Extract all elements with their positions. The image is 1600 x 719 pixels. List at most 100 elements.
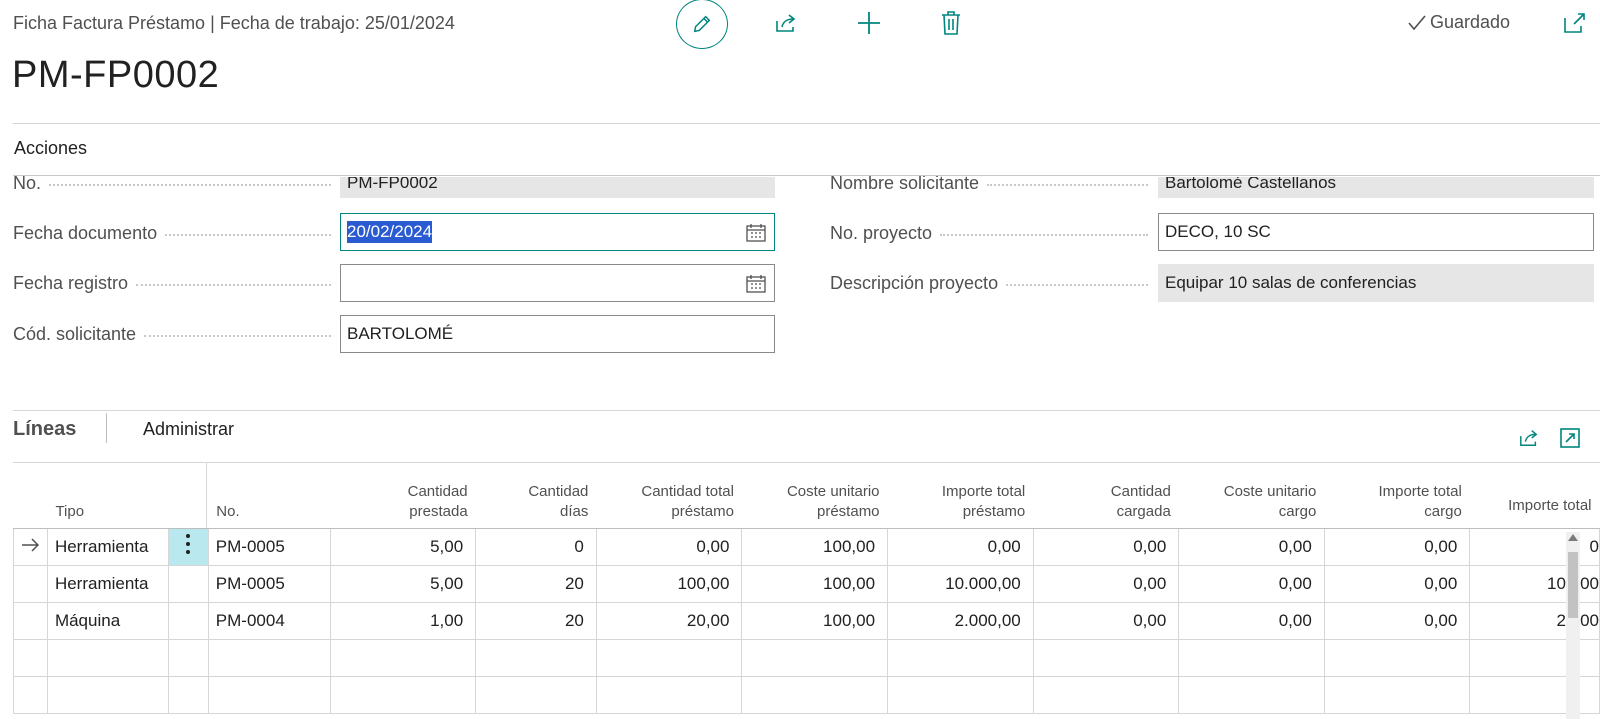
cell-dias[interactable]: 0 xyxy=(475,527,597,566)
cell-imp-total: 2.000,00 xyxy=(887,601,1034,640)
table-header-row: Tipo No. Cantidad prestada Cantidad días C… xyxy=(13,462,1600,529)
col-menu xyxy=(168,462,209,529)
cell-imp-total-last: 10.000 xyxy=(1469,564,1600,603)
doc-date-value: 20/02/2024 xyxy=(347,221,433,243)
cell-cant-cargada[interactable]: 0,00 xyxy=(1032,564,1180,603)
cell-dias[interactable]: 20 xyxy=(475,601,597,640)
cell-dias[interactable]: 20 xyxy=(475,564,597,603)
cell-cant-prestada[interactable]: 5,00 xyxy=(329,527,477,566)
cell-imp-total-last: 0 xyxy=(1469,527,1600,566)
cell-cant-cargada[interactable]: 0,00 xyxy=(1032,601,1180,640)
col-cant-total[interactable]: Cantidad total préstamo xyxy=(596,462,742,529)
cell-coste-cargo[interactable]: 0,00 xyxy=(1178,527,1325,566)
col-cant-prestada[interactable]: Cantidad prestada xyxy=(330,462,476,529)
share-icon xyxy=(776,14,796,32)
share-button[interactable] xyxy=(772,9,800,37)
cell-imp-total: 10.000,00 xyxy=(887,564,1034,603)
scroll-up-arrow-icon[interactable] xyxy=(1568,534,1578,541)
open-new-window-button[interactable] xyxy=(1562,10,1588,36)
cell-coste-cargo[interactable]: 0,00 xyxy=(1178,564,1325,603)
table-row[interactable]: Máquina PM-0004 1,00 20 20,00 100,00 2.0… xyxy=(13,601,1600,640)
lines-share-button[interactable] xyxy=(1516,425,1542,451)
doc-date-label: Fecha documento xyxy=(13,220,339,246)
actions-menu[interactable]: Acciones xyxy=(14,138,87,159)
col-imp-total-last[interactable]: Importe total xyxy=(1469,462,1600,529)
requester-code-field[interactable]: BARTOLOMÉ xyxy=(340,315,775,353)
project-desc-field: Equipar 10 salas de conferencias xyxy=(1158,264,1594,302)
col-imp-total[interactable]: Importe total préstamo xyxy=(887,462,1034,529)
col-cant-cargada[interactable]: Cantidad cargada xyxy=(1033,462,1179,529)
table-row[interactable]: Herramienta PM-0005 5,00 0 0,00 100,00 0… xyxy=(13,527,1600,566)
row-menu-cell xyxy=(167,601,209,640)
row-indicator xyxy=(13,601,48,640)
row-indicator xyxy=(13,564,48,603)
cell-cant-prestada[interactable]: 5,00 xyxy=(329,564,477,603)
page-caption: Ficha Factura Préstamo | Fecha de trabaj… xyxy=(13,13,455,33)
col-no[interactable]: No. xyxy=(208,462,331,529)
cell-coste-unit[interactable]: 100,00 xyxy=(741,564,889,603)
lines-separator xyxy=(106,413,107,443)
cell-no[interactable]: PM-0004 xyxy=(207,601,331,640)
plus-icon xyxy=(858,12,880,34)
no-label: No. xyxy=(13,176,339,196)
doc-date-field[interactable]: 20/02/2024 xyxy=(340,213,775,251)
cell-cant-cargada[interactable]: 0,00 xyxy=(1032,527,1180,566)
row-menu-button[interactable] xyxy=(167,527,209,566)
lines-expand-button[interactable] xyxy=(1557,425,1583,451)
cell-coste-unit[interactable]: 100,00 xyxy=(741,527,889,566)
edit-button[interactable] xyxy=(676,0,728,49)
delete-button[interactable] xyxy=(937,8,965,38)
col-tipo[interactable]: Tipo xyxy=(47,462,169,529)
empty-row[interactable] xyxy=(13,638,1600,677)
project-no-field[interactable]: DECO, 10 SC xyxy=(1158,213,1594,251)
cell-cant-total: 0,00 xyxy=(595,527,743,566)
col-coste-cargo[interactable]: Coste unitario cargo xyxy=(1178,462,1325,529)
empty-row[interactable] xyxy=(13,675,1600,714)
reg-date-label: Fecha registro xyxy=(13,270,339,296)
project-no-label: No. proyecto xyxy=(830,220,1156,246)
table-row[interactable]: Herramienta PM-0005 5,00 20 100,00 100,0… xyxy=(13,564,1600,603)
saved-label: Guardado xyxy=(1430,12,1511,32)
cell-cant-prestada[interactable]: 1,00 xyxy=(329,601,477,640)
row-menu-cell xyxy=(167,564,209,603)
col-coste-unit[interactable]: Coste unitario préstamo xyxy=(741,462,888,529)
new-button[interactable] xyxy=(855,9,883,37)
col-cant-dias[interactable]: Cantidad días xyxy=(475,462,597,529)
cell-no[interactable]: PM-0005 xyxy=(207,564,331,603)
requester-name-field: Bartolomé Castellanos xyxy=(1158,177,1594,198)
row-indicator xyxy=(13,527,48,566)
cell-tipo[interactable]: Herramienta xyxy=(46,564,169,603)
scrollbar-thumb[interactable] xyxy=(1568,552,1578,618)
checkmark-icon xyxy=(1408,14,1426,30)
project-desc-label: Descripción proyecto xyxy=(830,270,1156,296)
cell-imp-total: 0,00 xyxy=(887,527,1034,566)
cell-imp-cargo: 0,00 xyxy=(1323,527,1471,566)
calendar-icon[interactable] xyxy=(746,274,766,293)
calendar-icon[interactable] xyxy=(746,223,766,242)
arrow-right-icon xyxy=(22,537,40,552)
popout-icon xyxy=(1564,13,1585,33)
cell-imp-cargo: 0,00 xyxy=(1323,601,1471,640)
cell-tipo[interactable]: Herramienta xyxy=(46,527,169,566)
requester-name-label: Nombre solicitante xyxy=(830,176,1156,196)
cell-tipo[interactable]: Máquina xyxy=(46,601,169,640)
share-icon xyxy=(1520,430,1538,446)
requester-code-label: Cód. solicitante xyxy=(13,321,339,347)
saved-status: Guardado xyxy=(1408,12,1510,33)
expand-icon xyxy=(1560,428,1580,448)
cell-cant-total: 100,00 xyxy=(595,564,743,603)
manage-menu[interactable]: Administrar xyxy=(143,419,234,440)
cell-coste-unit[interactable]: 100,00 xyxy=(741,601,889,640)
reg-date-field[interactable] xyxy=(340,264,775,302)
cell-imp-total-last: 2.000 xyxy=(1469,601,1600,640)
lines-table: Tipo No. Cantidad prestada Cantidad días C… xyxy=(13,462,1600,714)
col-indicator xyxy=(13,462,48,529)
cell-no[interactable]: PM-0005 xyxy=(207,527,331,566)
trash-icon xyxy=(942,11,960,35)
lines-title[interactable]: Líneas xyxy=(13,418,76,441)
col-imp-cargo[interactable]: Importe total cargo xyxy=(1324,462,1470,529)
more-vertical-icon xyxy=(186,534,191,554)
cell-cant-total: 20,00 xyxy=(595,601,743,640)
cell-imp-cargo: 0,00 xyxy=(1323,564,1471,603)
cell-coste-cargo[interactable]: 0,00 xyxy=(1178,601,1325,640)
